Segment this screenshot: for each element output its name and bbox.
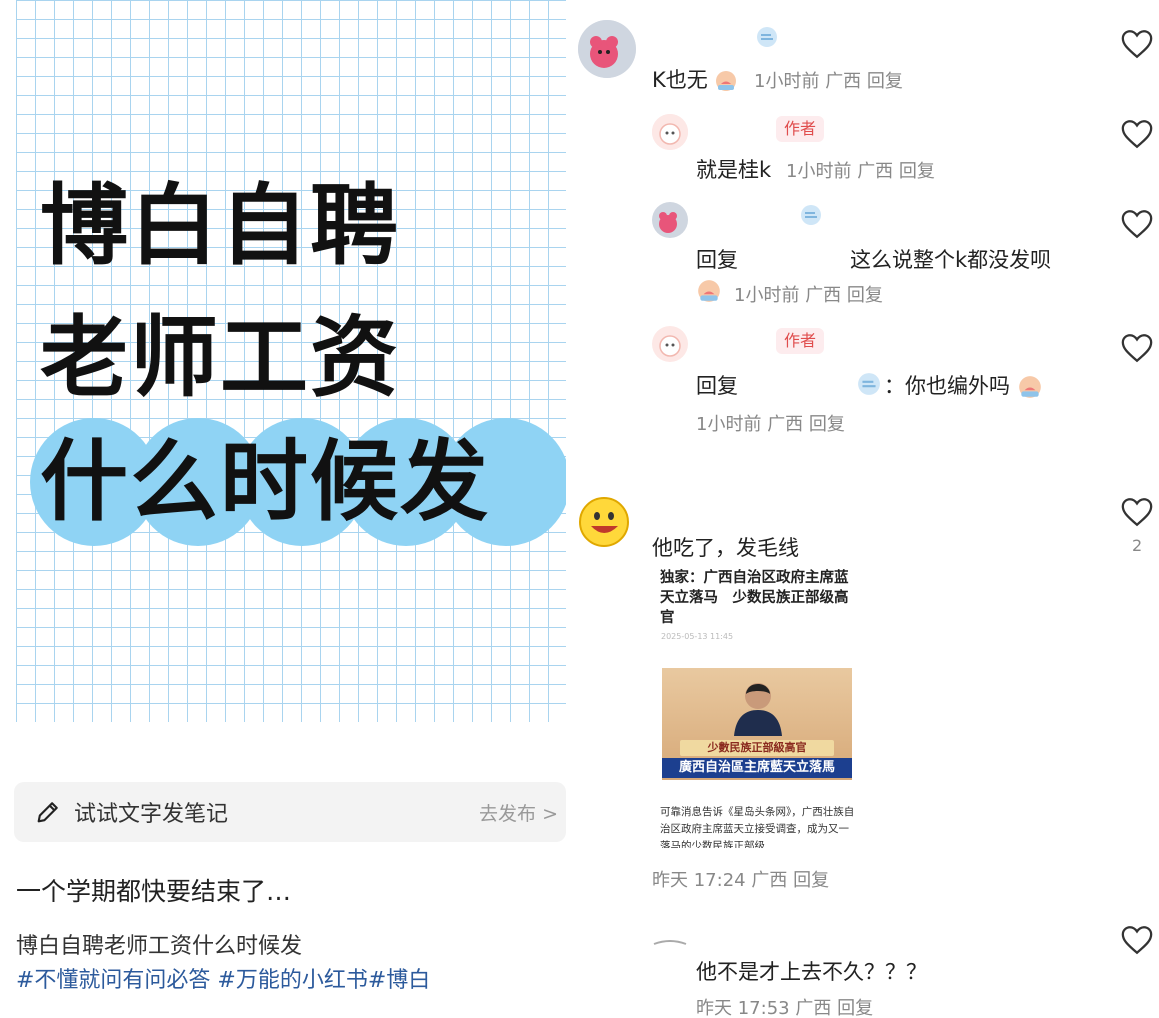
news-banner-bottom: 廣西自治區主席藍天立落馬: [662, 758, 852, 778]
avatar[interactable]: [652, 114, 688, 150]
note-hashtags[interactable]: #不懂就问有问必答 #万能的小红书#博白: [16, 962, 430, 994]
comment-image[interactable]: 独家：广西自治区政府主席蓝天立落马 少数民族正部级高官 2025-05-13 1…: [652, 564, 862, 848]
heart-outline-icon[interactable]: [1120, 924, 1154, 956]
avatar[interactable]: [578, 20, 636, 78]
comment-meta: 昨天 17:24 广西 回复: [652, 870, 830, 891]
avatar[interactable]: [578, 494, 636, 552]
comment-text: 他不是才上去不久？？？: [696, 960, 927, 984]
reply-button[interactable]: 回复: [867, 71, 903, 92]
comment-meta: 昨天 17:53 广西 回复: [696, 998, 874, 1018]
comment-text: 就是桂k: [696, 158, 772, 182]
comment-meta: 1小时前 广西 回复: [786, 161, 935, 182]
news-banner-top: 少數民族正部級高官: [680, 740, 834, 756]
heart-outline-icon[interactable]: [1120, 118, 1154, 150]
reply-button[interactable]: 回复: [793, 870, 829, 891]
note-description: 博白自聘老师工资什么时候发: [16, 934, 303, 959]
heart-outline-icon[interactable]: [1120, 332, 1154, 364]
comment-meta: 1小时前 广西 回复: [734, 285, 883, 306]
comment-text: K也无: [652, 64, 738, 94]
pencil-icon: [37, 802, 58, 823]
wind-emoji-icon: [858, 373, 880, 395]
wind-emoji-icon: [757, 27, 777, 47]
reply-button[interactable]: 回复: [899, 161, 935, 182]
comment-text: ：你也编外吗: [884, 370, 1043, 400]
heart-outline-icon[interactable]: [1120, 208, 1154, 240]
avatar[interactable]: [652, 938, 688, 950]
comment-text: 他吃了，发毛线: [652, 536, 799, 560]
comment-text: 这么说整个k都没发呗: [850, 248, 1052, 272]
cover-line-1: 博白自聘: [40, 174, 401, 277]
reply-prefix: 回复: [696, 374, 738, 398]
news-date: 2025-05-13 11:45: [661, 632, 734, 641]
heart-outline-icon[interactable]: [1120, 28, 1154, 60]
reply-button[interactable]: 回复: [847, 285, 883, 306]
text-note-composer[interactable]: 试试文字发笔记 去发布 >: [14, 782, 566, 842]
comment-list: K也无 1小时前 广西 回复 作者 就是桂k 1小时前 广西 回复 回复 这么说…: [572, 0, 1159, 1018]
avatar[interactable]: [652, 326, 688, 362]
note-title: 一个学期都快要结束了…: [16, 877, 292, 906]
person-photo: [734, 683, 782, 736]
note-cover-image[interactable]: 博白自聘 老师工资 什么时候发: [16, 0, 566, 722]
crying-emoji-icon: [1018, 376, 1041, 398]
avatar[interactable]: [652, 202, 688, 238]
cover-line-3: 什么时候发: [40, 430, 491, 533]
cover-line-2: 老师工资: [40, 306, 401, 409]
news-photo: 少數民族正部級高官 廣西自治區主席藍天立落馬: [662, 668, 852, 780]
author-badge: 作者: [776, 328, 825, 354]
reply-prefix: 回复: [696, 248, 738, 272]
comment-meta: 1小时前 广西 回复: [754, 71, 903, 92]
news-headline: 独家：广西自治区政府主席蓝天立落马 少数民族正部级高官: [660, 570, 849, 626]
reply-button[interactable]: 回复: [837, 998, 873, 1018]
reply-button[interactable]: 回复: [809, 414, 845, 435]
crying-emoji-icon: [698, 280, 720, 302]
publish-link[interactable]: 去发布 >: [479, 799, 558, 826]
author-badge: 作者: [776, 116, 825, 142]
composer-placeholder: 试试文字发笔记: [74, 802, 229, 827]
wind-emoji-icon: [801, 205, 821, 225]
heart-outline-icon[interactable]: [1120, 496, 1154, 528]
note-panel: 博白自聘 老师工资 什么时候发 试试文字发笔记 去发布 > 一个学期都快要结束了…: [0, 0, 566, 1018]
news-body: 可靠消息告诉《星岛头条网》，广西壮族自治区政府主席蓝天立接受调查，成为又一落马的…: [660, 806, 855, 848]
comment-meta: 1小时前 广西 回复: [696, 414, 845, 435]
like-count: 2: [1132, 536, 1143, 555]
crying-emoji-icon: [716, 71, 737, 91]
